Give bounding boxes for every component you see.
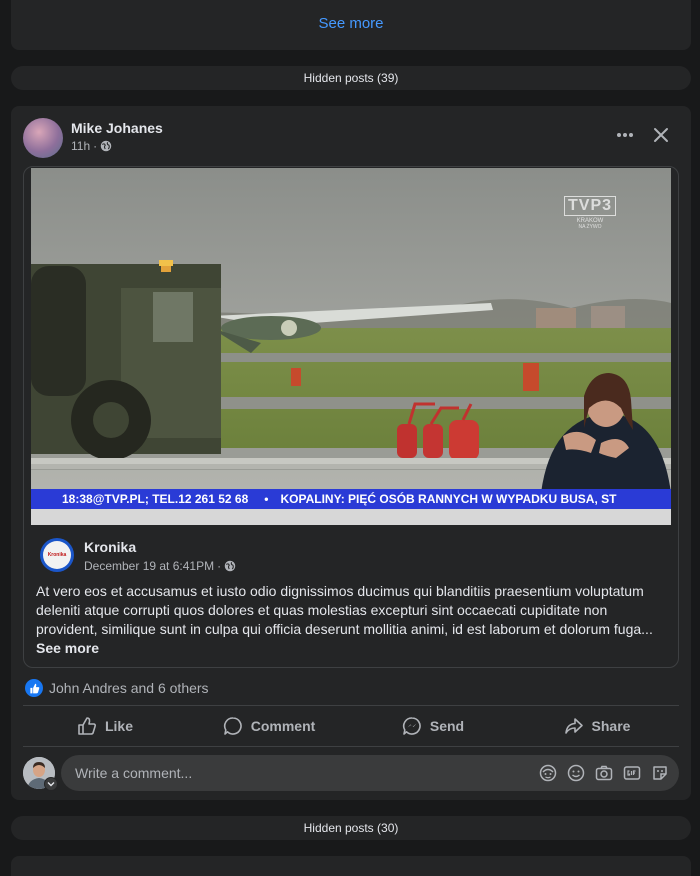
divider: [23, 705, 679, 706]
more-icon: [617, 133, 633, 137]
shared-post-meta: December 19 at 6:41PM ·: [84, 559, 236, 573]
close-icon: [654, 128, 668, 142]
previous-post-card: See more: [11, 0, 691, 50]
comment-tools: [539, 764, 669, 782]
see-more-link[interactable]: See more: [11, 15, 691, 32]
chevron-down-icon: [47, 782, 55, 787]
channel-logo-live: NA ŻYWO: [578, 224, 602, 230]
emoji-button[interactable]: [567, 764, 585, 782]
hidden-posts-bar[interactable]: Hidden posts (39): [11, 66, 691, 90]
share-button[interactable]: Share: [515, 707, 679, 745]
sticker-button[interactable]: [651, 764, 669, 782]
reactions-text: John Andres and 6 others: [49, 680, 209, 696]
photo-button[interactable]: [595, 764, 613, 782]
ticker-time: 18:38: [62, 492, 93, 506]
reactions-summary[interactable]: John Andres and 6 others: [25, 679, 209, 697]
avatar-sticker-icon: [539, 764, 557, 782]
page-name[interactable]: Kronika: [84, 539, 136, 555]
comment-label: Comment: [250, 718, 316, 734]
emoji-icon: [567, 764, 585, 782]
send-button[interactable]: Send: [351, 707, 515, 745]
like-reaction-icon: [25, 679, 43, 697]
like-icon: [78, 717, 97, 735]
globe-icon: [224, 560, 236, 572]
gif-button[interactable]: [623, 764, 641, 782]
like-label: Like: [104, 718, 133, 734]
profile-switch-badge[interactable]: [44, 777, 58, 791]
comment-icon: [223, 717, 242, 735]
comment-button[interactable]: Comment: [187, 707, 351, 745]
author-name[interactable]: Mike Johanes: [71, 120, 163, 136]
shared-post[interactable]: TVP3 KRAKOW NA ŻYWO 18:38 @TVP.PL; TEL.1…: [23, 166, 679, 668]
news-ticker: 18:38 @TVP.PL; TEL.12 261 52 68 • KOPALI…: [31, 489, 671, 509]
comment-input[interactable]: [73, 764, 517, 782]
ticker-bullet: •: [264, 492, 269, 506]
messenger-icon: [402, 717, 421, 735]
post-time[interactable]: 11h: [71, 139, 90, 153]
channel-logo: TVP3 KRAKOW NA ŻYWO: [564, 196, 617, 230]
divider: [23, 746, 679, 747]
post-actions: Like Comment Send Share: [23, 707, 679, 745]
globe-icon: [100, 140, 112, 152]
page-avatar-logo: Kronika: [43, 541, 71, 569]
ticker-headline: KOPALINY: PIĘĆ OSÓB RANNYCH W WYPADKU BU…: [280, 492, 617, 506]
hide-post-button[interactable]: [646, 120, 676, 150]
feed-post: Mike Johanes 11h · TVP3 KRAKOW NA ŻYWO 1…: [11, 106, 691, 800]
share-label: Share: [591, 718, 631, 734]
shared-post-date[interactable]: December 19 at 6:41PM: [84, 559, 214, 573]
see-more-link[interactable]: See more: [36, 640, 99, 656]
page-avatar[interactable]: Kronika: [40, 538, 74, 572]
shared-post-text: At vero eos et accusamus et iusto odio d…: [36, 582, 666, 658]
video-player[interactable]: TVP3 KRAKOW NA ŻYWO 18:38 @TVP.PL; TEL.1…: [31, 168, 671, 525]
post-meta: 11h ·: [71, 139, 112, 153]
share-icon: [564, 718, 583, 734]
gif-icon: [623, 766, 641, 780]
author-avatar[interactable]: [23, 118, 63, 158]
camera-icon: [595, 765, 613, 781]
channel-logo-text: TVP3: [564, 196, 617, 216]
send-label: Send: [429, 718, 465, 734]
shared-post-body: At vero eos et accusamus et iusto odio d…: [36, 583, 653, 637]
ticker-contact: @TVP.PL; TEL.12 261 52 68: [92, 492, 249, 506]
more-options-button[interactable]: [610, 120, 640, 150]
comment-composer: [61, 755, 679, 791]
like-button[interactable]: Like: [23, 707, 187, 745]
next-post-card: [11, 856, 691, 876]
avatar-sticker-button[interactable]: [539, 764, 557, 782]
hidden-posts-bar[interactable]: Hidden posts (30): [11, 816, 691, 840]
sticker-icon: [653, 766, 667, 780]
